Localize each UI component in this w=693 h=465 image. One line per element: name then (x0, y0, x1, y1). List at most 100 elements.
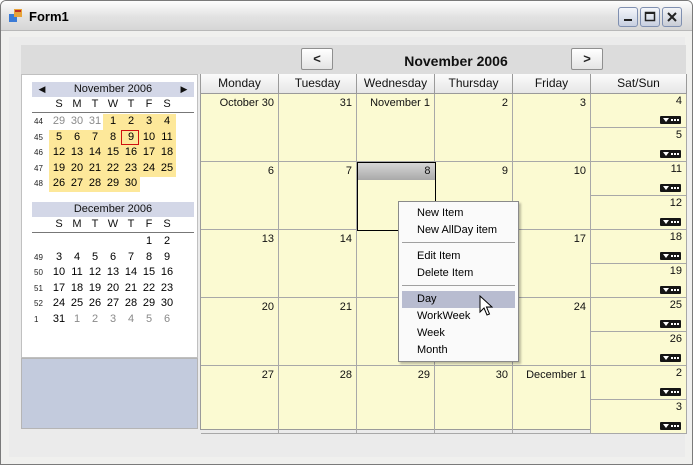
minimize-button[interactable] (618, 7, 638, 27)
mini-date-cell[interactable]: 22 (140, 281, 158, 296)
mini-date-cell[interactable]: 13 (68, 145, 86, 160)
mini-date-cell[interactable]: 3 (140, 114, 158, 129)
prev-month-button[interactable]: < (301, 48, 333, 70)
mini-date-cell[interactable]: 10 (50, 265, 68, 280)
menu-item-edit-item[interactable]: Edit Item (402, 248, 515, 265)
mini-date-cell[interactable]: 27 (104, 296, 122, 311)
mini-date-cell[interactable]: 13 (104, 265, 122, 280)
mini-date-cell[interactable]: 29 (104, 176, 122, 191)
sunday-cell[interactable]: 5 (591, 128, 687, 162)
day-cell[interactable]: 28 (279, 366, 357, 434)
mini-date-cell[interactable]: 1 (68, 312, 86, 327)
mini-date-cell[interactable]: 28 (86, 176, 104, 191)
mini-date-cell[interactable]: 2 (122, 114, 140, 129)
mini-date-cell[interactable]: 24 (50, 296, 68, 311)
mini-date-cell[interactable]: 19 (50, 161, 68, 176)
mini-date-cell[interactable]: 8 (140, 250, 158, 265)
mini-date-cell[interactable]: 30 (68, 114, 86, 129)
day-cell[interactable]: 31 (279, 94, 357, 162)
mini-date-cell[interactable]: 10 (140, 130, 158, 145)
mini-date-cell[interactable]: 23 (122, 161, 140, 176)
day-cell[interactable]: 17 (513, 230, 591, 298)
mini-date-cell[interactable]: 14 (122, 265, 140, 280)
more-items-icon[interactable] (660, 286, 681, 294)
mini-date-cell[interactable]: 24 (140, 161, 158, 176)
mini-date-cell[interactable]: 5 (86, 250, 104, 265)
mini-date-cell[interactable]: 3 (50, 250, 68, 265)
mini-date-cell[interactable]: 6 (104, 250, 122, 265)
mini-date-cell[interactable]: 12 (50, 145, 68, 160)
mini-date-cell[interactable]: 5 (50, 130, 68, 145)
mini-date-cell[interactable]: 5 (140, 312, 158, 327)
mini-date-cell[interactable]: 31 (86, 114, 104, 129)
mini-date-cell[interactable]: 1 (140, 234, 158, 249)
sunday-cell[interactable]: 19 (591, 264, 687, 298)
mini-date-cell[interactable]: 21 (86, 161, 104, 176)
day-cell[interactable]: December 1 (513, 366, 591, 434)
saturday-cell[interactable]: 11 (591, 162, 687, 196)
mini-date-cell[interactable]: 28 (122, 296, 140, 311)
mini-date-cell[interactable]: 15 (104, 145, 122, 160)
day-cell[interactable]: 24 (513, 298, 591, 366)
mini-date-cell[interactable]: 26 (86, 296, 104, 311)
mini-date-cell[interactable]: 27 (68, 176, 86, 191)
mini-date-cell[interactable]: 18 (158, 145, 176, 160)
day-cell[interactable]: 30 (435, 366, 513, 434)
mini-date-cell[interactable]: 2 (86, 312, 104, 327)
mini-date-cell[interactable]: 14 (86, 145, 104, 160)
mini-date-cell[interactable]: 18 (68, 281, 86, 296)
mini-date-cell[interactable]: 16 (122, 145, 140, 160)
saturday-cell[interactable]: 18 (591, 230, 687, 264)
day-cell[interactable]: 14 (279, 230, 357, 298)
day-cell[interactable]: 21 (279, 298, 357, 366)
mini-date-cell[interactable]: 12 (86, 265, 104, 280)
mini-date-cell[interactable]: 2 (158, 234, 176, 249)
more-items-icon[interactable] (660, 388, 681, 396)
menu-item-new-allday[interactable]: New AllDay item (402, 222, 515, 239)
title-bar[interactable]: Form1 (1, 1, 692, 31)
mini-date-cell[interactable]: 21 (122, 281, 140, 296)
day-cell[interactable]: October 30 (201, 94, 279, 162)
day-cell[interactable]: 27 (201, 366, 279, 434)
maximize-button[interactable] (640, 7, 660, 27)
more-items-icon[interactable] (660, 218, 681, 226)
mini-next-month-icon[interactable]: ▶ (178, 82, 190, 97)
mini-date-cell[interactable]: 9 (158, 250, 176, 265)
mini-date-cell[interactable]: 29 (50, 114, 68, 129)
mini-date-cell[interactable]: 17 (50, 281, 68, 296)
mini-date-cell[interactable]: 19 (86, 281, 104, 296)
mini-date-cell[interactable]: 30 (158, 296, 176, 311)
menu-item-new-item[interactable]: New Item (402, 205, 515, 222)
mini-date-cell[interactable]: 31 (50, 312, 68, 327)
day-cell[interactable]: 20 (201, 298, 279, 366)
saturday-cell[interactable]: 25 (591, 298, 687, 332)
mini-date-cell[interactable]: 15 (140, 265, 158, 280)
next-month-button[interactable]: > (571, 48, 603, 70)
mini-date-cell[interactable]: 17 (140, 145, 158, 160)
day-cell[interactable]: 6 (201, 162, 279, 230)
day-cell[interactable]: 29 (357, 366, 435, 434)
menu-item-workweek[interactable]: WorkWeek (402, 308, 515, 325)
more-items-icon[interactable] (660, 116, 681, 124)
more-items-icon[interactable] (660, 150, 681, 158)
menu-item-day[interactable]: Day (402, 291, 515, 308)
menu-item-month[interactable]: Month (402, 342, 515, 359)
mini-date-cell[interactable]: 1 (104, 114, 122, 129)
mini-date-cell[interactable]: 20 (68, 161, 86, 176)
mini-date-cell[interactable]: 25 (68, 296, 86, 311)
day-cell[interactable]: November 1 (357, 94, 435, 162)
mini-date-cell[interactable]: 6 (68, 130, 86, 145)
mini-date-cell[interactable]: 11 (158, 130, 176, 145)
mini-prev-month-icon[interactable]: ◀ (36, 82, 48, 97)
day-cell[interactable]: 13 (201, 230, 279, 298)
mini-date-cell[interactable]: 4 (122, 312, 140, 327)
mini-date-cell[interactable]: 6 (158, 312, 176, 327)
mini-date-cell[interactable]: 7 (122, 250, 140, 265)
mini-date-cell[interactable]: 26 (50, 176, 68, 191)
day-cell[interactable]: 3 (513, 94, 591, 162)
mini-date-cell[interactable]: 23 (158, 281, 176, 296)
close-button[interactable] (662, 7, 682, 27)
sunday-cell[interactable]: 12 (591, 196, 687, 230)
mini-date-cell[interactable]: 8 (104, 130, 122, 145)
menu-item-week[interactable]: Week (402, 325, 515, 342)
